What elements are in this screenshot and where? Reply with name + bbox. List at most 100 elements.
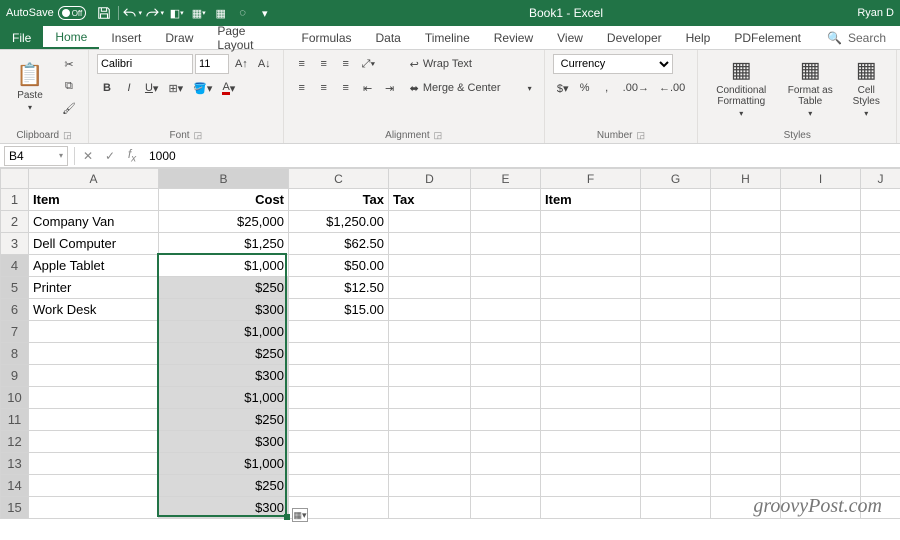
cell-E11[interactable] (471, 409, 541, 431)
cell-F15[interactable] (541, 497, 641, 519)
alignment-launcher-icon[interactable]: ◲ (434, 130, 443, 141)
paste-button[interactable]: 📋 Paste ▾ (8, 54, 52, 120)
cell-H1[interactable] (711, 189, 781, 211)
decrease-indent-button[interactable]: ⇤ (358, 78, 378, 98)
row-header-1[interactable]: 1 (1, 189, 29, 211)
cell-I8[interactable] (781, 343, 861, 365)
row-header-13[interactable]: 13 (1, 453, 29, 475)
qat-btn-3[interactable]: ▦ (211, 3, 231, 23)
format-painter-button[interactable]: 🖌 (58, 98, 80, 118)
row-header-5[interactable]: 5 (1, 277, 29, 299)
underline-button[interactable]: U▾ (141, 78, 162, 98)
cell-I10[interactable] (781, 387, 861, 409)
cell-C4[interactable]: $50.00 (289, 255, 389, 277)
cell-D11[interactable] (389, 409, 471, 431)
row-header-8[interactable]: 8 (1, 343, 29, 365)
cell-A5[interactable]: Printer (29, 277, 159, 299)
cell-I6[interactable] (781, 299, 861, 321)
align-left-button[interactable]: ≡ (292, 78, 312, 98)
cell-D2[interactable] (389, 211, 471, 233)
cell-J14[interactable] (861, 475, 900, 497)
row-header-14[interactable]: 14 (1, 475, 29, 497)
insert-function-button[interactable]: fx (121, 147, 143, 164)
font-color-button[interactable]: A▾ (218, 78, 239, 98)
cell-J8[interactable] (861, 343, 900, 365)
cell-F9[interactable] (541, 365, 641, 387)
cell-I11[interactable] (781, 409, 861, 431)
cell-J12[interactable] (861, 431, 900, 453)
row-header-4[interactable]: 4 (1, 255, 29, 277)
cell-E14[interactable] (471, 475, 541, 497)
cell-B8[interactable]: $250 (159, 343, 289, 365)
merge-center-button[interactable]: ⬌Merge & Center▾ (406, 78, 536, 98)
cell-H8[interactable] (711, 343, 781, 365)
cell-C2[interactable]: $1,250.00 (289, 211, 389, 233)
font-launcher-icon[interactable]: ◲ (194, 130, 203, 141)
cell-C3[interactable]: $62.50 (289, 233, 389, 255)
name-box[interactable]: B4▾ (4, 146, 68, 166)
tab-help[interactable]: Help (674, 26, 723, 49)
cell-D3[interactable] (389, 233, 471, 255)
orientation-button[interactable]: ⤢▾ (358, 54, 379, 74)
tab-pdfelement[interactable]: PDFelement (722, 26, 813, 49)
decrease-decimal-button[interactable]: ←.00 (655, 78, 689, 98)
cell-B13[interactable]: $1,000 (159, 453, 289, 475)
cell-G9[interactable] (641, 365, 711, 387)
cell-E4[interactable] (471, 255, 541, 277)
cell-I15[interactable] (781, 497, 861, 519)
tab-file[interactable]: File (0, 26, 43, 49)
row-header-10[interactable]: 10 (1, 387, 29, 409)
cell-C9[interactable] (289, 365, 389, 387)
cell-A10[interactable] (29, 387, 159, 409)
cell-E8[interactable] (471, 343, 541, 365)
cell-C6[interactable]: $15.00 (289, 299, 389, 321)
cell-H9[interactable] (711, 365, 781, 387)
cell-G7[interactable] (641, 321, 711, 343)
cell-H13[interactable] (711, 453, 781, 475)
tab-review[interactable]: Review (482, 26, 545, 49)
cell-H4[interactable] (711, 255, 781, 277)
tab-developer[interactable]: Developer (595, 26, 674, 49)
cell-B14[interactable]: $250 (159, 475, 289, 497)
cell-A11[interactable] (29, 409, 159, 431)
cell-H11[interactable] (711, 409, 781, 431)
align-bottom-button[interactable]: ≡ (336, 54, 356, 74)
row-header-9[interactable]: 9 (1, 365, 29, 387)
percent-button[interactable]: % (575, 78, 595, 98)
cell-G4[interactable] (641, 255, 711, 277)
tab-view[interactable]: View (545, 26, 595, 49)
autofill-options-button[interactable]: ▦▾ (292, 508, 308, 522)
cell-B5[interactable]: $250 (159, 277, 289, 299)
tab-data[interactable]: Data (364, 26, 413, 49)
cell-I1[interactable] (781, 189, 861, 211)
cell-D6[interactable] (389, 299, 471, 321)
cell-H10[interactable] (711, 387, 781, 409)
cancel-formula-button[interactable]: ✕ (77, 149, 99, 163)
tab-formulas[interactable]: Formulas (289, 26, 363, 49)
cell-G1[interactable] (641, 189, 711, 211)
cell-H6[interactable] (711, 299, 781, 321)
cell-D9[interactable] (389, 365, 471, 387)
cell-E7[interactable] (471, 321, 541, 343)
cell-F10[interactable] (541, 387, 641, 409)
cell-D13[interactable] (389, 453, 471, 475)
select-all-corner[interactable] (1, 169, 29, 189)
cell-I4[interactable] (781, 255, 861, 277)
cell-D14[interactable] (389, 475, 471, 497)
cell-A8[interactable] (29, 343, 159, 365)
cell-A13[interactable] (29, 453, 159, 475)
col-header-f[interactable]: F (541, 169, 641, 189)
cell-D7[interactable] (389, 321, 471, 343)
bold-button[interactable]: B (97, 78, 117, 98)
cell-F5[interactable] (541, 277, 641, 299)
cell-G10[interactable] (641, 387, 711, 409)
undo-icon[interactable]: ▾ (123, 3, 143, 23)
wrap-text-button[interactable]: ↩Wrap Text (406, 54, 516, 74)
fill-color-button[interactable]: 🪣▾ (189, 78, 216, 98)
cell-B4[interactable]: $1,000 (159, 255, 289, 277)
search-button[interactable]: 🔍 Search (813, 26, 900, 49)
border-button[interactable]: ⊞▾ (164, 78, 187, 98)
cell-F1[interactable]: Item (541, 189, 641, 211)
cell-I12[interactable] (781, 431, 861, 453)
tab-home[interactable]: Home (43, 26, 99, 49)
